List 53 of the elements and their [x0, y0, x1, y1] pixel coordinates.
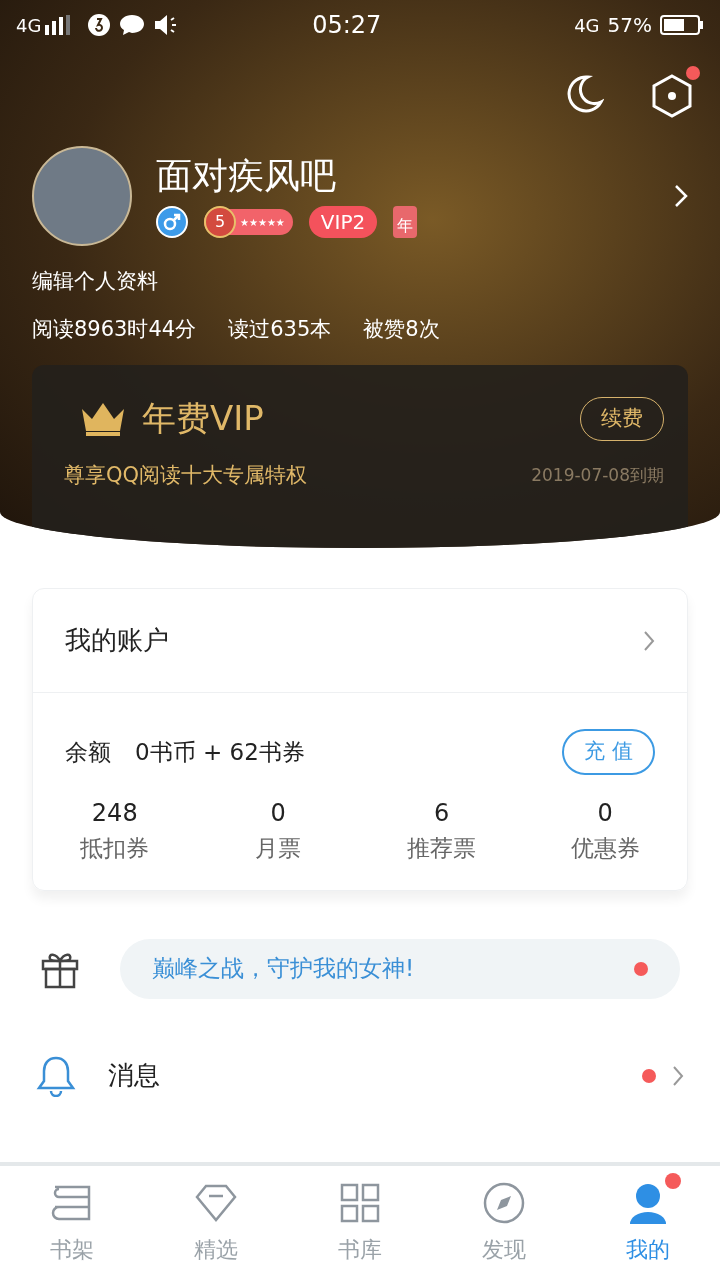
balance-value: 0书币 + 62书券 — [135, 737, 306, 767]
profile-stat: 被赞8次 — [363, 315, 440, 343]
tab[interactable]: 精选 — [144, 1166, 288, 1280]
diamond-icon — [193, 1182, 239, 1223]
recharge-button[interactable]: 充 值 — [562, 729, 655, 775]
ticket-count: 0 — [597, 798, 613, 829]
level-stars: ★★★★★ — [240, 215, 285, 230]
user-name: 面对疾风吧 — [156, 154, 337, 198]
promo-banner[interactable]: 巅峰之战，守护我的女神! — [120, 938, 680, 999]
vip-subtitle: 尊享QQ阅读十大专属特权 — [64, 462, 309, 489]
level-number: 5 — [204, 206, 236, 238]
chat-icon — [119, 14, 146, 36]
settings-icon[interactable] — [652, 74, 692, 118]
annual-badge: 年 — [393, 206, 418, 238]
person-icon — [627, 1181, 669, 1224]
compass-icon — [483, 1181, 525, 1224]
network-label: 4G — [16, 13, 42, 38]
account-title: 我的账户 — [65, 624, 170, 657]
battery-label: 57% — [607, 12, 652, 39]
clock-time: 05:27 — [311, 10, 383, 41]
tab[interactable]: 书架 — [0, 1166, 144, 1280]
ticket-label: 优惠券 — [570, 834, 640, 863]
male-icon — [156, 206, 188, 238]
network-label: 4G — [574, 13, 600, 38]
promo-text: 巅峰之战，守护我的女神! — [152, 954, 416, 984]
chevron-right-icon[interactable] — [674, 184, 688, 208]
edit-profile-link[interactable]: 编辑个人资料 — [0, 266, 720, 298]
vip-card[interactable]: 年费VIP 续费 尊享QQ阅读十大专属特权 2019-07-08到期 — [32, 365, 688, 548]
messages-title: 消息 — [108, 1059, 161, 1092]
music-icon — [87, 13, 112, 37]
ticket-label: 推荐票 — [407, 834, 477, 863]
balance-label: 余额 — [65, 737, 111, 767]
ticket-count: 248 — [91, 798, 138, 829]
ticket-label: 月票 — [255, 834, 302, 863]
expiry-date: 2019-07-08到期 — [531, 464, 664, 487]
battery-icon — [660, 14, 704, 36]
ticket-count: 0 — [270, 798, 286, 829]
messages-row[interactable]: 消息 — [0, 1054, 720, 1097]
ticket-label: 抵扣券 — [80, 834, 150, 863]
profile-stat: 阅读8963时44分 — [32, 315, 197, 343]
grid-icon — [340, 1182, 380, 1223]
signal-icon — [45, 15, 72, 35]
ticket-count: 6 — [434, 798, 450, 829]
tab[interactable]: 我的 — [576, 1166, 720, 1280]
chevron-right-icon — [672, 1064, 684, 1087]
tab[interactable]: 发现 — [432, 1166, 576, 1280]
profile-stat: 读过635本 — [228, 315, 332, 343]
chevron-right-icon — [643, 629, 655, 652]
bell-icon — [36, 1054, 76, 1097]
vip-title: 年费VIP — [142, 397, 265, 440]
vip-badge: VIP2 — [308, 206, 378, 238]
account-row[interactable]: 我的账户 — [33, 589, 687, 693]
tab[interactable]: 书库 — [288, 1166, 432, 1280]
